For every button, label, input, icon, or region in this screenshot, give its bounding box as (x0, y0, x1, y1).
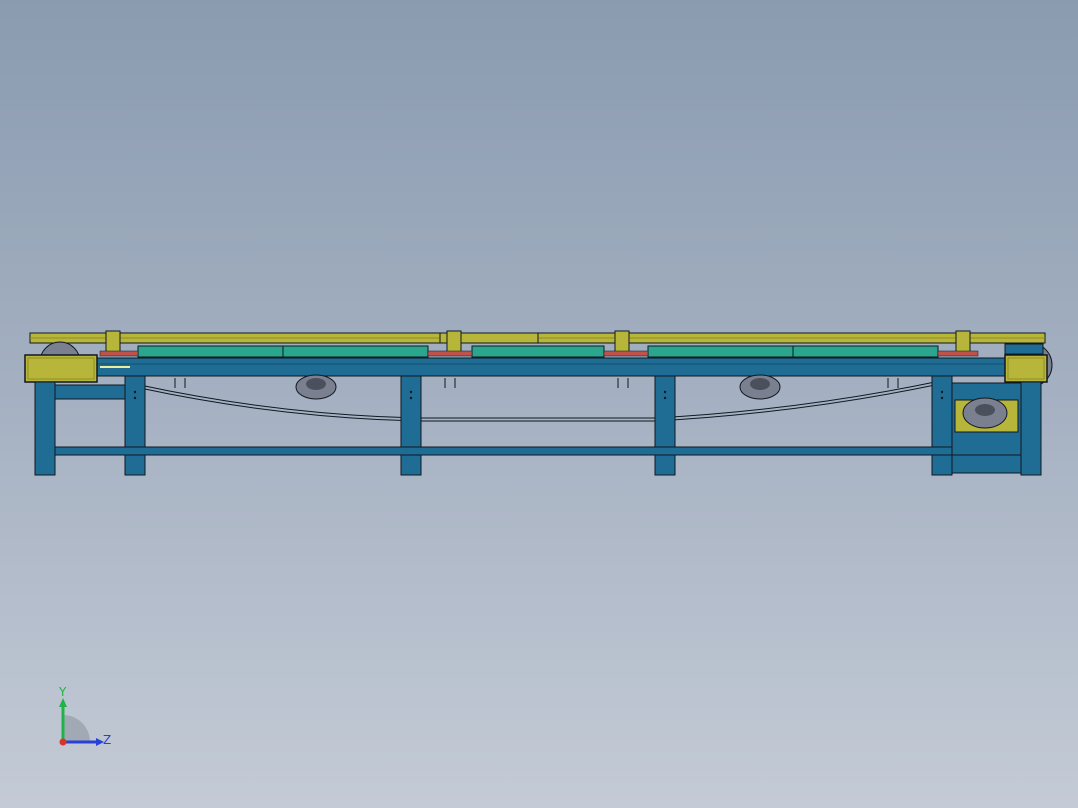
orientation-triad: Y Z (58, 685, 111, 747)
y-arrow-head (59, 698, 67, 707)
right-drive-end (1004, 342, 1053, 388)
conveyor-model[interactable] (0, 0, 1078, 808)
lower-rail (54, 384, 1022, 456)
x-axis-dot (59, 738, 67, 746)
y-axis-label: Y (58, 685, 67, 699)
hangers (174, 378, 899, 388)
triad-plane (63, 715, 90, 742)
top-rail (29, 332, 1046, 344)
drive-motor (951, 382, 1022, 474)
return-belt (139, 381, 936, 422)
underside-rollers (295, 374, 781, 400)
main-beam (94, 357, 1006, 377)
cad-viewport[interactable]: Y Z (0, 0, 1078, 808)
bolts (133, 390, 944, 400)
belt-sections (137, 345, 939, 358)
left-drive-end (24, 341, 98, 383)
z-axis-label: Z (103, 733, 111, 747)
